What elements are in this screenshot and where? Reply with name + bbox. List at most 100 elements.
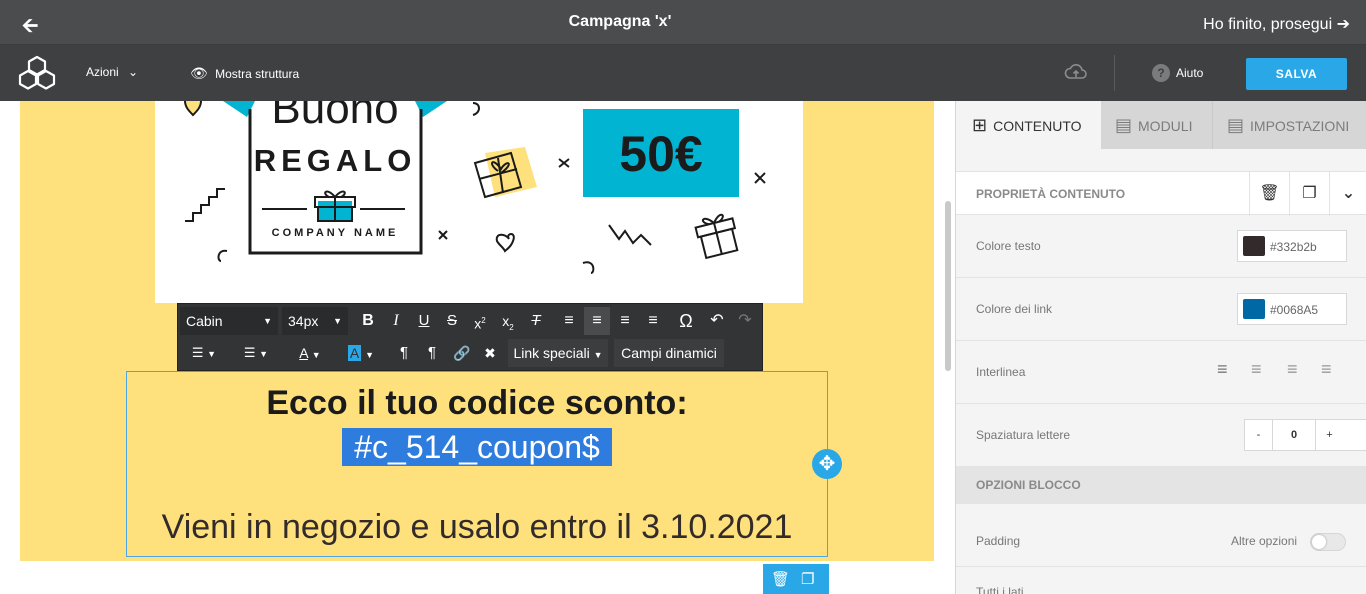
undo-icon[interactable]: ↶ — [704, 307, 730, 335]
caret-down-icon: ▼ — [333, 316, 342, 326]
align-left-icon[interactable]: ≡ — [556, 307, 582, 335]
panel-tabs: ⊞ CONTENUTO ▤ MODULI ▤ IMPOSTAZIONI — [956, 101, 1366, 149]
tab-moduli[interactable]: ▤ MODULI — [1101, 101, 1213, 149]
text-color-row: Colore testo #332b2b — [956, 215, 1366, 278]
show-structure-label: Mostra struttura — [215, 67, 300, 81]
coupon-heading[interactable]: Ecco il tuo codice sconto: — [127, 384, 827, 423]
link-color-input[interactable]: #0068A5 — [1237, 293, 1347, 325]
increase-button[interactable]: + — [1315, 420, 1343, 450]
chevron-down-icon[interactable]: ⌄ — [1329, 172, 1366, 216]
voucher-amount: 50€ — [619, 126, 702, 182]
link-color-label: Colore dei link — [976, 302, 1053, 316]
font-family-value: Cabin — [186, 313, 223, 329]
special-links-menu[interactable]: Link speciali ▼ — [508, 339, 608, 367]
chevron-down-icon: ⌄ — [128, 65, 139, 79]
bold-icon[interactable]: B — [356, 307, 380, 335]
help-label: Aiuto — [1176, 66, 1204, 80]
line-height-loose-icon[interactable]: ≡ — [1287, 359, 1298, 380]
subscript-icon[interactable]: x2 — [496, 307, 520, 335]
trash-icon[interactable]: 🗑 — [771, 570, 790, 588]
letter-spacing-row: Spaziatura lettere - 0 + — [956, 404, 1366, 467]
block-actions: 🗑 ❐ — [763, 564, 829, 594]
rtl-direction-icon[interactable]: ¶ — [420, 339, 444, 367]
coupon-subtext[interactable]: Vieni in negozio e usalo entro il 3.10.2… — [127, 508, 827, 547]
move-handle-icon[interactable]: ✥ — [812, 449, 842, 479]
arrow-right-icon: ➔ — [1336, 16, 1350, 33]
ordered-list-icon[interactable]: ☰ ▼ — [184, 339, 224, 367]
letter-spacing-value[interactable]: 0 — [1273, 420, 1315, 450]
voucher-buono: Buono — [271, 101, 398, 133]
content-properties-title: PROPRIETÀ CONTENUTO — [976, 187, 1126, 201]
text-color-value: #332b2b — [1270, 240, 1317, 254]
text-color-input[interactable]: #332b2b — [1237, 230, 1347, 262]
line-height-normal-icon[interactable]: ≡ — [1251, 359, 1262, 380]
settings-list-icon: ▤ — [1227, 115, 1245, 135]
decrease-button[interactable]: - — [1245, 420, 1273, 450]
line-height-row: Interlinea ≡ ≡ ≡ ≡ — [956, 341, 1366, 404]
link-color-swatch[interactable] — [1243, 299, 1265, 319]
campaign-title: Campagna 'x' — [568, 13, 672, 30]
help-button[interactable]: ? Aiuto — [1152, 64, 1203, 82]
more-options-label: Altre opzioni — [1231, 534, 1298, 548]
superscript-icon[interactable]: x2 — [468, 307, 492, 335]
content-properties-header: PROPRIETÀ CONTENUTO 🗑 ❐ ⌄ — [956, 171, 1366, 216]
properties-panel: ⊞ CONTENUTO ▤ MODULI ▤ IMPOSTAZIONI PROPRIE… — [955, 101, 1366, 594]
line-height-tight-icon[interactable]: ≡ — [1217, 359, 1227, 380]
strikethrough-icon[interactable]: S — [440, 307, 464, 335]
canvas-scrollbar[interactable] — [945, 201, 951, 371]
caret-down-icon: ▼ — [263, 316, 272, 326]
tab-moduli-label: MODULI — [1138, 118, 1193, 134]
text-color-icon[interactable]: A ▼ — [288, 339, 332, 367]
align-justify-icon[interactable]: ≡ — [640, 307, 666, 335]
grid-icon: ⊞ — [972, 115, 988, 135]
link-color-row: Colore dei link #0068A5 — [956, 278, 1366, 341]
unlink-icon[interactable]: ✖ — [478, 339, 502, 367]
italic-icon[interactable]: I — [384, 307, 408, 335]
trash-icon[interactable]: 🗑 — [1249, 172, 1289, 216]
font-size-select[interactable]: 34px ▼ — [282, 307, 348, 335]
gift-voucher-image[interactable]: 50€ Buono REGALO COMPANY NAME — [155, 101, 803, 303]
padding-label: Padding — [976, 534, 1021, 548]
tab-contenuto-label: CONTENUTO — [993, 118, 1082, 134]
all-sides-label: Tutti i lati — [976, 585, 1024, 594]
clear-format-icon[interactable]: T — [524, 307, 548, 335]
align-right-icon[interactable]: ≡ — [612, 307, 638, 335]
tab-contenuto[interactable]: ⊞ CONTENUTO — [956, 101, 1101, 149]
eye-icon: 👁 — [190, 65, 208, 81]
special-chars-omega-icon[interactable]: Ω — [672, 307, 700, 335]
voucher-regalo: REGALO — [254, 143, 417, 178]
dynamic-fields-menu[interactable]: Campi dinamici — [614, 339, 724, 367]
voucher-company: COMPANY NAME — [272, 227, 399, 239]
font-size-value: 34px — [288, 313, 319, 329]
more-options-toggle[interactable] — [1310, 533, 1346, 551]
email-canvas: 50€ Buono REGALO COMPANY NAME Cabin ▼ 34… — [0, 101, 955, 594]
letter-spacing-label: Spaziatura lettere — [976, 428, 1071, 442]
font-family-select[interactable]: Cabin ▼ — [180, 307, 278, 335]
finish-continue-button[interactable]: Ho finito, prosegui ➔ — [1203, 14, 1350, 34]
modules-icon: ▤ — [1115, 115, 1133, 135]
duplicate-icon[interactable]: ❐ — [1289, 172, 1329, 216]
duplicate-icon[interactable]: ❐ — [801, 570, 814, 588]
letter-spacing-stepper: - 0 + — [1244, 419, 1366, 451]
bullet-list-icon[interactable]: ☰ ▼ — [234, 339, 278, 367]
link-icon[interactable]: 🔗 — [450, 339, 474, 367]
line-height-extra-icon[interactable]: ≡ — [1321, 359, 1332, 380]
save-button[interactable]: SALVA — [1246, 58, 1347, 90]
top-bar: 🡨 Campagna 'x' Ho finito, prosegui ➔ — [0, 0, 1366, 45]
text-color-swatch[interactable] — [1243, 236, 1265, 256]
text-color-label: Colore testo — [976, 239, 1041, 253]
text-content-block[interactable]: Ecco il tuo codice sconto: #c_514_coupon… — [126, 371, 828, 557]
redo-icon[interactable]: ↷ — [732, 307, 758, 335]
cloud-upload-icon[interactable] — [1064, 62, 1088, 82]
padding-row: Padding Altre opzioni — [956, 504, 1366, 567]
coupon-code-selected[interactable]: #c_514_coupon$ — [342, 428, 612, 466]
logo-cubes-icon[interactable] — [18, 55, 56, 91]
tab-impostazioni-label: IMPOSTAZIONI — [1250, 118, 1350, 134]
background-color-icon[interactable]: A ▼ — [338, 339, 384, 367]
align-center-icon[interactable]: ≡ — [584, 307, 610, 335]
tab-impostazioni[interactable]: ▤ IMPOSTAZIONI — [1213, 101, 1366, 149]
actions-menu[interactable]: Azioni ⌄ — [86, 65, 138, 79]
show-structure-toggle[interactable]: 👁 Mostra struttura — [190, 65, 299, 82]
underline-icon[interactable]: U — [412, 307, 436, 335]
ltr-direction-icon[interactable]: ¶ — [392, 339, 416, 367]
